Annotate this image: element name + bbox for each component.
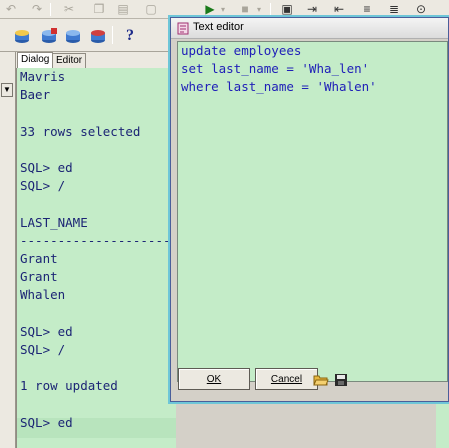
run-dropdown-icon[interactable]: ▾ <box>214 1 232 17</box>
cancel-button[interactable]: Cancel <box>255 368 318 390</box>
output-line: Baer <box>20 87 51 103</box>
output-line: Grant <box>20 269 58 285</box>
output-line: SQL> ed <box>20 414 73 430</box>
toolbar-separator <box>270 3 271 16</box>
ok-label: OK <box>206 373 222 385</box>
tab-dialog[interactable]: Dialog <box>17 52 54 68</box>
tab-bar: Dialog Editor <box>16 52 176 68</box>
tab-editor[interactable]: Editor <box>52 53 87 68</box>
sql-output-panel[interactable]: Mavris Baer 33 rows selected SQL> ed SQL> / L… <box>16 68 176 448</box>
save-disk-icon[interactable] <box>334 373 350 387</box>
editor-text-area[interactable]: update employees set last_name = 'Wha_len… <box>177 41 448 382</box>
editor-app-icon <box>177 22 189 35</box>
copy-icon[interactable]: ❐ <box>90 1 108 17</box>
output-line: SQL> ed <box>20 323 73 339</box>
comment-icon[interactable]: ≡ <box>358 1 376 17</box>
output-line: SQL> ed <box>20 160 73 175</box>
toolbar-separator <box>112 26 113 44</box>
indent-icon[interactable]: ⇥ <box>303 1 321 17</box>
run-script-icon[interactable]: ▣ <box>278 1 296 17</box>
commit-icon[interactable] <box>63 26 83 46</box>
output-line: 33 rows selected <box>20 123 141 139</box>
output-line: SQL> / <box>20 178 66 194</box>
open-folder-icon[interactable] <box>313 373 329 387</box>
cut-icon[interactable]: ✂ <box>60 1 78 17</box>
clear-icon[interactable]: ▢ <box>142 1 160 17</box>
paste-icon[interactable]: ▤ <box>114 1 132 17</box>
cancel-label: Cancel <box>270 373 303 385</box>
left-panel-strip: ▼ <box>0 52 16 448</box>
undo-icon[interactable]: ↶ <box>2 1 20 17</box>
redo-icon[interactable]: ↷ <box>28 1 46 17</box>
toolbar-separator <box>50 3 51 16</box>
rollback-icon[interactable] <box>88 26 108 46</box>
output-line: SQL> / <box>20 342 66 357</box>
outdent-icon[interactable]: ⇤ <box>330 1 348 17</box>
editor-title-bar[interactable]: Text editor <box>171 18 448 39</box>
output-line: Whalen <box>20 287 66 303</box>
stop-dropdown-icon[interactable]: ▾ <box>250 1 268 17</box>
output-line: LAST_NAME <box>20 214 88 230</box>
chevron-down-icon[interactable]: ▼ <box>1 83 13 97</box>
help-icon[interactable]: ? <box>120 26 140 46</box>
ok-button[interactable]: OK <box>178 368 250 390</box>
disconnect-icon[interactable] <box>39 26 59 46</box>
output-line: Grant <box>20 251 58 266</box>
uncomment-icon[interactable]: ≣ <box>385 1 403 17</box>
output-line: ------------------------- <box>20 232 176 248</box>
editor-line: set last_name = 'Wha_len' <box>181 61 370 77</box>
text-editor-window: Text editor update employees set last_nam… <box>170 17 449 402</box>
binoculars-icon[interactable]: ⊙ <box>412 1 430 17</box>
editor-title: Text editor <box>193 21 244 33</box>
editor-line: update employees <box>181 43 302 58</box>
editor-line: where last_name = 'Whalen' <box>181 79 377 95</box>
output-line: 1 row updated <box>20 378 118 394</box>
connect-icon[interactable] <box>12 26 32 46</box>
output-line: Mavris <box>20 69 66 84</box>
help-glyph: ? <box>126 27 134 44</box>
